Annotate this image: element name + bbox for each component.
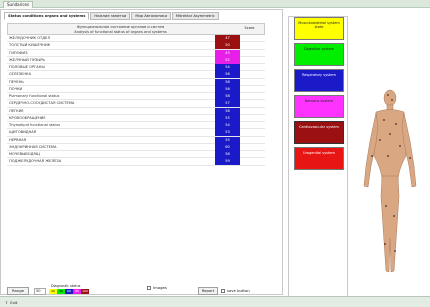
table-row[interactable]: КРОВООБРАЩЕНИЕ 55 (7, 114, 265, 122)
table-row[interactable]: ПОЛОВЫЕ ОРГАНЫ 54 (7, 64, 265, 72)
table-row[interactable]: СЕРДЕЧНО-СОСУДИСТАЯ СИСТЕМА 57 (7, 100, 265, 108)
tab-asymmetric[interactable]: Mitrektor Asymmetric (171, 12, 219, 20)
status-bar: ⇧ Exit (0, 296, 430, 307)
table-header: Функциональное состояние органов и систе… (7, 23, 265, 35)
report-button[interactable]: Report (198, 287, 218, 295)
system-button-musculoskeletal[interactable]: Musculoskeletal system state (294, 17, 344, 40)
row-name: ТОЛСТЫЙ КИШЕЧНИК (9, 43, 51, 48)
row-name: ЛЕГКИЕ (9, 108, 24, 113)
status-table: Функциональное состояние органов и систе… (7, 23, 265, 166)
table-row[interactable]: МОЧЕВЫВОДЯЩ 58 (7, 151, 265, 159)
legend-item-100: 100 (81, 289, 89, 294)
table-header-subtitle: Analysis of functional status of organs … (74, 30, 167, 34)
table-row[interactable]: ПЕЧЕНЬ 58 (7, 78, 265, 86)
range-button[interactable]: Range (7, 287, 29, 295)
row-name: Thymolipid functional status (9, 123, 61, 127)
row-score: 56 (215, 85, 240, 93)
row-score: 47 (215, 35, 240, 42)
legend-item-80: 80 (73, 289, 81, 294)
system-button-urogenital[interactable]: Urogenital system (294, 147, 344, 170)
system-button-cardiovascular[interactable]: Cardiovascular system (294, 121, 344, 144)
table-row[interactable]: ЖЕЛУДОЧНИК ОТДЕЛ 47 (7, 35, 265, 43)
row-name: КРОВООБРАЩЕНИЕ (9, 115, 46, 120)
row-score: 53 (215, 129, 240, 137)
row-name: ЖЕЛУДОЧНИК ОТДЕЛ (9, 36, 51, 40)
tab-automation[interactable]: Мир Автоматики (131, 12, 171, 20)
table-row[interactable]: ЛЕГКИЕ 58 (7, 107, 265, 115)
row-score: 58 (215, 151, 240, 158)
row-name: ПОЛОВЫЕ ОРГАНЫ (9, 65, 45, 69)
row-name: ЖЕЛЧНЫЙ ПУЗЫРЬ (9, 57, 46, 62)
systems-panel: Musculoskeletal system state Digestive s… (288, 16, 348, 297)
tab-notes[interactable]: Нижние заметки (90, 12, 131, 20)
row-score: 52 (215, 56, 240, 64)
images-label: Images (153, 285, 167, 290)
row-name: ПОЧКИ (9, 86, 23, 91)
tab-status[interactable]: Status conditions organs and systems (4, 12, 90, 20)
system-button-respiratory[interactable]: Respiratory system (294, 69, 344, 92)
row-name: ПЕЧЕНЬ (9, 79, 24, 84)
row-score: 45 (215, 49, 240, 57)
row-score: 58 (215, 107, 240, 115)
row-name: НЕРВНАЯ (9, 137, 27, 142)
body-figure-panel (350, 16, 430, 297)
save-label: save button (227, 288, 250, 293)
row-name: Pulmonary functional status (9, 94, 60, 98)
table-row[interactable]: ПОЧКИ 56 (7, 85, 265, 93)
legend-item-20: 20 (49, 289, 57, 294)
system-button-digestive[interactable]: Digestive system (294, 43, 344, 66)
row-score: 55 (215, 114, 240, 122)
table-row[interactable]: Pulmonary functional status 58 (7, 93, 265, 101)
row-score: 50 (215, 42, 240, 50)
row-score: 59 (215, 158, 240, 166)
row-score: 60 (215, 143, 240, 151)
legend-item-40: 40 (57, 289, 65, 294)
row-score: 54 (215, 122, 240, 129)
table-row[interactable]: ПОДЖЕЛУДОЧНАЯ ЖЕЛЕЗА 59 (7, 158, 265, 166)
table-row[interactable]: ТОЛСТЫЙ КИШЕЧНИК 50 (7, 42, 265, 50)
exit-label: Exit (10, 300, 18, 305)
row-score: 58 (215, 93, 240, 100)
table-header-title: Функциональное состояние органов и систе… (76, 25, 165, 29)
table-row[interactable]: Thymolipid functional status 54 (7, 122, 265, 130)
table-row[interactable]: ЖЕЛЧНЫЙ ПУЗЫРЬ 52 (7, 56, 265, 64)
app-tab[interactable]: Sundarices (3, 1, 34, 8)
row-score: 57 (215, 100, 240, 108)
legend-title: Diagnostic status (51, 284, 81, 288)
images-checkbox[interactable] (147, 286, 151, 290)
exit-button[interactable]: ⇧ Exit (5, 300, 17, 305)
row-name: ГИПОФИЗ (9, 50, 28, 55)
main-panel: Status conditions organs and systems Ниж… (0, 9, 283, 295)
table-row[interactable]: ЭНДОКРИННАЯ СИСТЕМА 60 (7, 143, 265, 151)
save-checkbox[interactable] (221, 289, 225, 293)
tab-bar: Status conditions organs and systems Ниж… (4, 12, 219, 20)
system-button-nervous[interactable]: Nervous system (294, 95, 344, 118)
row-name: МОЧЕВЫВОДЯЩ (9, 152, 40, 156)
table-row[interactable]: НЕРВНАЯ 55 (7, 136, 265, 144)
table-row[interactable]: СЕЛЕЗЕНКА 56 (7, 71, 265, 79)
row-name: ЭНДОКРИННАЯ СИСТЕМА (9, 144, 57, 149)
row-score: 54 (215, 64, 240, 71)
color-legend: 20 40 60 80 100 (49, 289, 89, 294)
row-score: 56 (215, 71, 240, 79)
row-name: СЕЛЕЗЕНКА (9, 72, 32, 77)
row-score: 55 (215, 136, 240, 144)
table-body: ЖЕЛУДОЧНИК ОТДЕЛ 47 ТОЛСТЫЙ КИШЕЧНИК 50 ГИПО… (7, 35, 265, 166)
row-name: ПОДЖЕЛУДОЧНАЯ ЖЕЛЕЗА (9, 159, 62, 164)
score-column-header: Score (244, 26, 255, 30)
table-row[interactable]: ЩИТОВИДНАЯ 53 (7, 129, 265, 137)
exit-icon: ⇧ (5, 300, 9, 305)
row-name: СЕРДЕЧНО-СОСУДИСТАЯ СИСТЕМА (9, 101, 75, 106)
row-name: ЩИТОВИДНАЯ (9, 130, 37, 135)
row-score: 58 (215, 78, 240, 86)
legend-item-60: 60 (65, 289, 73, 294)
title-bar: Sundarices (0, 0, 430, 8)
table-row[interactable]: ГИПОФИЗ 45 (7, 49, 265, 57)
body-figure-image (363, 89, 417, 273)
range-input[interactable]: 50 (34, 288, 46, 295)
